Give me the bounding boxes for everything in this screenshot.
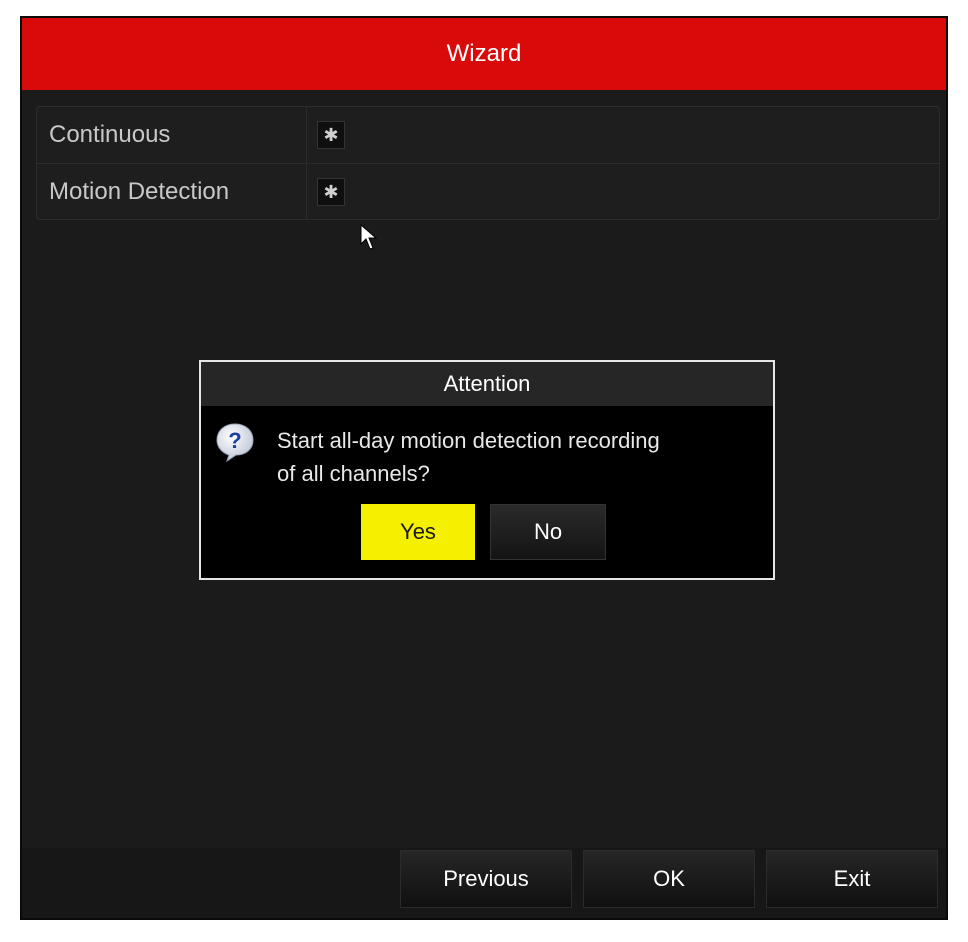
record-label-continuous: Continuous	[37, 107, 307, 163]
gear-icon[interactable]: ✱	[317, 178, 345, 206]
yes-button[interactable]: Yes	[361, 504, 475, 560]
previous-button[interactable]: Previous	[400, 850, 572, 908]
record-row-motion-detection: Motion Detection ✱	[37, 164, 939, 220]
window-title: Wizard	[22, 18, 946, 90]
ok-button[interactable]: OK	[583, 850, 755, 908]
attention-dialog: Attention ? Start all-day motion detecti…	[199, 360, 775, 580]
gear-icon[interactable]: ✱	[317, 121, 345, 149]
record-label-motion-detection: Motion Detection	[37, 164, 307, 220]
footer-bar: Previous OK Exit	[22, 848, 946, 918]
exit-button[interactable]: Exit	[766, 850, 938, 908]
wizard-window: Wizard Continuous ✱ Motion Detection ✱ A…	[20, 16, 948, 920]
record-row-continuous: Continuous ✱	[37, 107, 939, 164]
dialog-message: Start all-day motion detection recording…	[277, 424, 757, 490]
question-icon: ?	[216, 423, 254, 462]
dialog-title: Attention	[201, 362, 773, 406]
no-button[interactable]: No	[490, 504, 606, 560]
mouse-pointer-icon	[360, 224, 378, 250]
record-type-table: Continuous ✱ Motion Detection ✱	[36, 106, 940, 220]
dialog-message-line1: Start all-day motion detection recording	[277, 428, 660, 453]
dialog-message-line2: of all channels?	[277, 461, 430, 486]
svg-text:?: ?	[228, 428, 241, 453]
